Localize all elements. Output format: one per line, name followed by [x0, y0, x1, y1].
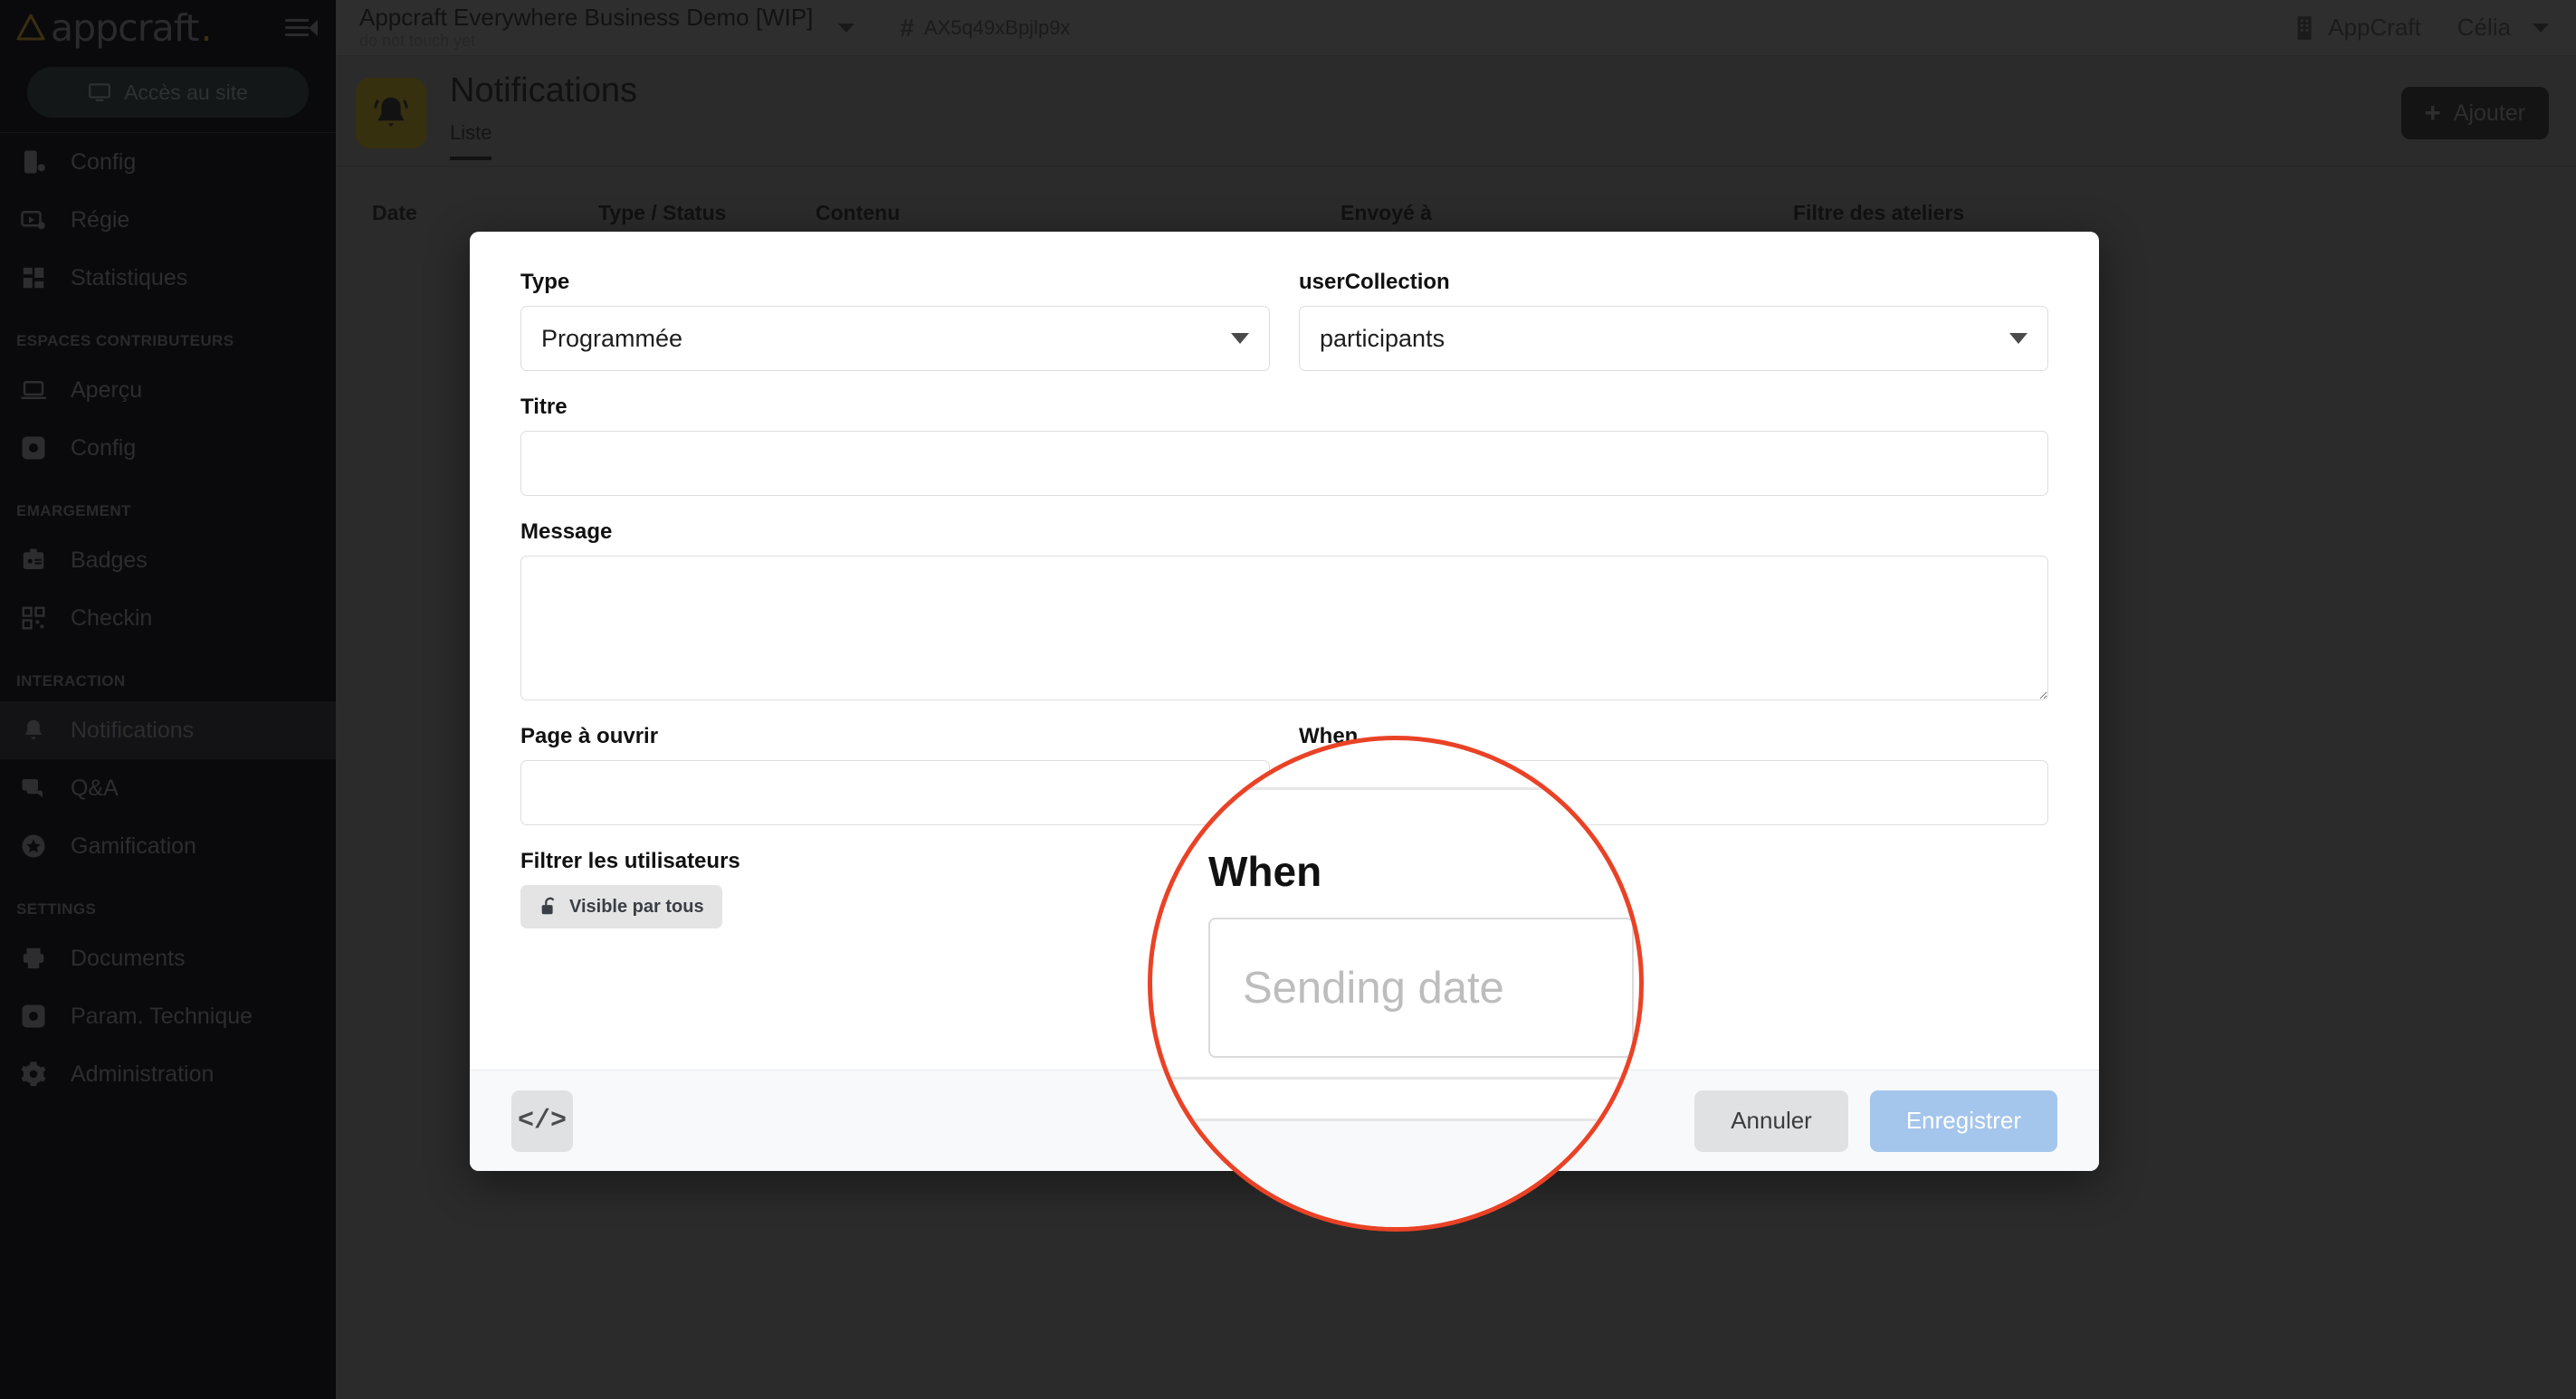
type-select-value: Programmée	[541, 324, 683, 352]
user-collection-select[interactable]: participants	[1299, 306, 2048, 371]
save-button[interactable]: Enregistrer	[1869, 1090, 2057, 1152]
label-titre: Titre	[520, 395, 568, 419]
unlock-icon	[541, 897, 555, 915]
magnifier-footer-band	[1152, 1118, 1639, 1227]
label-type: Type	[520, 270, 570, 294]
field-message: Message	[520, 519, 2048, 700]
magnifier-callout: When Sending date	[1148, 736, 1644, 1232]
visibility-chip-button[interactable]: Visible par tous	[520, 885, 722, 928]
chevron-down-icon	[2009, 333, 2027, 344]
field-type: Type Programmée	[520, 270, 1270, 371]
magnified-sending-date-input[interactable]: Sending date	[1208, 918, 1634, 1058]
magnified-when-label: When	[1208, 848, 1322, 895]
type-select[interactable]: Programmée	[520, 306, 1270, 371]
label-message: Message	[520, 519, 613, 544]
user-collection-value: participants	[1320, 324, 1445, 352]
message-textarea[interactable]	[520, 556, 2048, 700]
magnifier-content: When Sending date	[1152, 740, 1639, 1227]
footer-actions: Annuler Enregistrer	[1694, 1090, 2057, 1152]
label-user-collection: userCollection	[1299, 270, 1450, 294]
field-titre: Titre	[520, 395, 2048, 496]
cancel-button[interactable]: Annuler	[1694, 1090, 1848, 1152]
titre-input[interactable]	[520, 431, 2048, 496]
code-view-button[interactable]: </>	[511, 1090, 573, 1152]
modal-overlay: Type Programmée userCollection participa…	[0, 0, 2576, 1399]
magnified-placeholder-text: Sending date	[1243, 963, 1504, 1013]
visibility-chip-label: Visible par tous	[569, 896, 704, 917]
chevron-down-icon	[1231, 333, 1249, 344]
field-user-collection: userCollection participants	[1299, 270, 2048, 371]
